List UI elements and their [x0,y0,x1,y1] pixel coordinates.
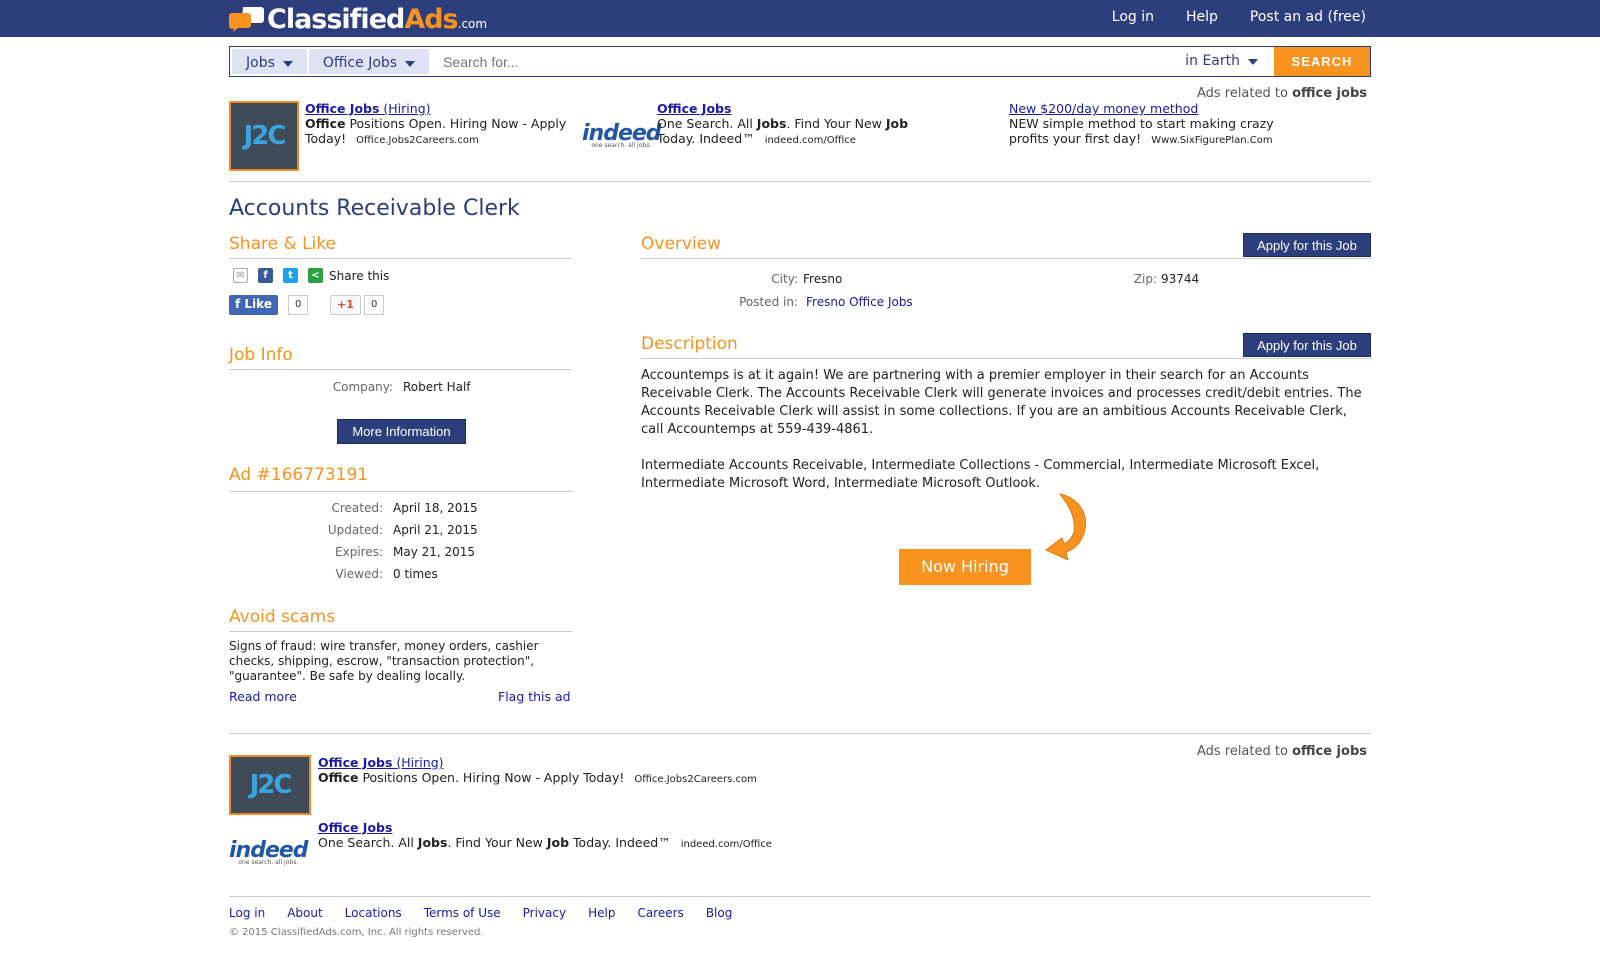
apply-button[interactable]: Apply for this Job [1243,333,1371,357]
flag-ad-link[interactable]: Flag this ad [498,689,571,704]
divider [229,631,572,632]
footer-blog-link[interactable]: Blog [706,906,733,920]
chevron-down-icon [1248,59,1258,65]
location-dropdown[interactable]: in Earth [1185,47,1274,76]
zip-value: 93744 [1161,272,1200,286]
footer-nav: Log in About Locations Terms of Use Priv… [229,906,732,920]
site-logo[interactable]: ClassifiedAds.com [229,3,487,35]
email-icon[interactable]: ✉ [233,268,248,283]
top-ad-1: Office Jobs (Hiring) Office Positions Op… [305,101,567,146]
facebook-icon[interactable]: f [258,268,273,283]
apply-button[interactable]: Apply for this Job [1243,233,1371,257]
overview-heading: Overview [641,234,722,254]
help-link[interactable]: Help [1186,9,1218,25]
jobs2careers-logo[interactable]: J2C [229,101,299,171]
category-dropdown[interactable]: Jobs [232,49,307,74]
gplus-count: 0 [364,295,385,315]
company-value: Robert Half [403,380,471,394]
updated-value: April 21, 2015 [393,523,478,537]
like-count: 0 [288,295,309,315]
top-nav: Log in Help Post an ad (free) [1112,9,1366,25]
copyright: © 2015 ClassifiedAds.com, Inc. All right… [229,927,484,938]
login-link[interactable]: Log in [1112,9,1154,25]
footer-privacy-link[interactable]: Privacy [523,906,566,920]
curved-arrow-icon [1045,493,1087,560]
page-title: Accounts Receivable Clerk [229,196,520,221]
divider [229,181,1371,182]
ad-number-heading: Ad #166773191 [229,465,369,485]
divider [229,491,572,492]
ad-title-link[interactable]: Office Jobs [318,820,392,835]
facebook-icon: f [235,297,245,311]
divider [229,896,1371,897]
scam-warning-text: Signs of fraud: wire transfer, money ord… [229,639,539,683]
google-plus-button[interactable]: +1 [330,295,361,315]
posted-in-link[interactable]: Fresno Office Jobs [806,295,913,309]
city-label: City: [771,272,798,286]
more-information-button[interactable]: More Information [337,419,466,444]
logo-text: ClassifiedAds.com [267,3,488,35]
facebook-like-button[interactable]: f Like [229,295,278,315]
divider [229,258,572,259]
search-bar: Jobs Office Jobs in Earth SEARCH [229,46,1371,77]
share-icon[interactable]: < [308,268,323,283]
description-paragraph: Accountemps is at it again! We are partn… [641,368,1362,437]
footer-terms-link[interactable]: Terms of Use [424,906,501,920]
city-value: Fresno [803,272,843,286]
description-heading: Description [641,334,738,354]
zip-label: Zip: [1133,272,1157,286]
share-heading: Share & Like [229,234,337,254]
updated-label: Updated: [327,523,383,537]
ad-title-link[interactable]: Office Jobs [657,101,731,116]
viewed-value: 0 times [393,567,438,581]
created-value: April 18, 2015 [393,501,478,515]
search-button[interactable]: SEARCH [1274,47,1370,76]
ads-related-label: Ads related to office jobs [1196,86,1367,101]
indeed-logo[interactable]: indeed one search. all jobs. [582,121,662,149]
avoid-scams-heading: Avoid scams [229,607,336,627]
bottom-ad-2: Office Jobs One Search. All Jobs. Find Y… [318,820,772,850]
divider [229,733,1371,734]
read-more-link[interactable]: Read more [229,689,297,704]
top-ad-2: Office Jobs One Search. All Jobs. Find Y… [657,101,909,146]
bottom-ad-1: Office Jobs (Hiring) Office Positions Op… [318,755,757,785]
expires-label: Expires: [335,545,383,559]
ad-title-link[interactable]: Office Jobs (Hiring) [318,755,444,770]
created-label: Created: [331,501,383,515]
divider [641,258,1371,259]
share-icons: ✉ f t < Share this [233,268,389,283]
ad-title-link[interactable]: New $200/day money method [1009,101,1198,116]
expires-value: May 21, 2015 [393,545,476,559]
footer-help-link[interactable]: Help [588,906,615,920]
posted-in-label: Posted in: [739,295,798,309]
top-bar: ClassifiedAds.com Log in Help Post an ad… [0,0,1600,37]
search-input[interactable] [429,47,1186,76]
share-this-label[interactable]: Share this [329,269,389,283]
ad-title-link[interactable]: Office Jobs (Hiring) [305,101,431,116]
post-ad-link[interactable]: Post an ad (free) [1250,9,1366,25]
viewed-label: Viewed: [335,567,383,581]
twitter-icon[interactable]: t [283,268,298,283]
subcategory-dropdown[interactable]: Office Jobs [308,49,430,74]
jobs2careers-logo[interactable]: J2C [229,755,311,815]
indeed-logo[interactable]: indeed one search. all jobs. [229,838,309,866]
footer-careers-link[interactable]: Careers [637,906,683,920]
divider [229,369,572,370]
job-description: Accountemps is at it again! We are partn… [641,367,1371,511]
speech-bubble-icon [229,7,264,32]
company-label: Company: [332,380,393,394]
footer-about-link[interactable]: About [287,906,322,920]
chevron-down-icon [282,61,293,67]
chevron-down-icon [405,61,416,67]
top-ad-3: New $200/day money method NEW simple met… [1009,101,1274,146]
divider [641,358,1371,359]
job-info-heading: Job Info [229,345,293,365]
now-hiring-button[interactable]: Now Hiring [899,549,1031,585]
ads-related-label: Ads related to office jobs [1196,744,1367,759]
description-paragraph: Intermediate Accounts Receivable, Interm… [641,458,1320,491]
footer-locations-link[interactable]: Locations [345,906,402,920]
footer-login-link[interactable]: Log in [229,906,265,920]
